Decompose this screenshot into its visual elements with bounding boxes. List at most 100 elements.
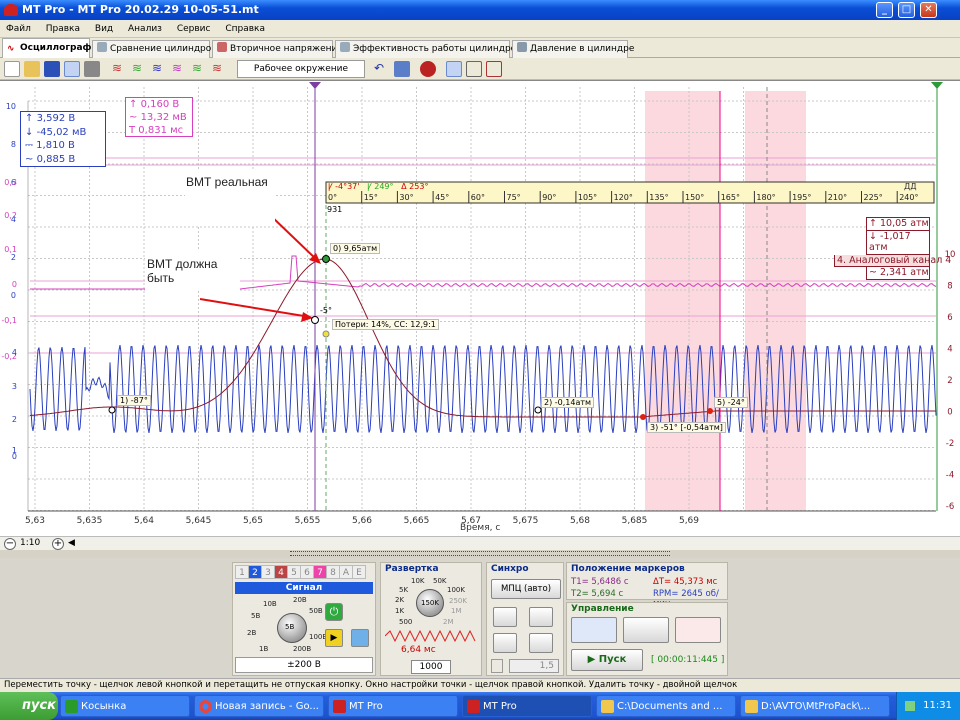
close-button[interactable]: ✕ [920, 2, 937, 18]
tab-oscilloscope[interactable]: ∿ Осциллограф [2, 38, 91, 58]
save-as-icon[interactable] [64, 61, 80, 77]
signal-range[interactable]: ±200 В [235, 657, 373, 673]
point-5[interactable] [707, 408, 713, 414]
point-1[interactable] [108, 406, 116, 414]
oscilloscope-plot[interactable]: 0° 15° 30° 45° 60° 75° 90° 105° 120° 135° 150° 165°… [0, 80, 960, 536]
channel-button-5[interactable]: 5 [287, 565, 301, 579]
losses-label[interactable]: Потери: 14%, СС: 12,9:1 [332, 319, 439, 330]
task-explorer-1[interactable]: C:\Documents and ... [596, 695, 736, 717]
environment-select[interactable]: Рабочее окружение [237, 60, 365, 78]
save-env-icon[interactable] [394, 61, 410, 77]
marker-t2-handle[interactable] [931, 82, 943, 89]
point-losses[interactable] [322, 330, 330, 338]
print-icon[interactable] [84, 61, 100, 77]
save-icon[interactable] [44, 61, 60, 77]
point-tdc[interactable] [311, 316, 319, 324]
calculator-icon[interactable] [351, 629, 369, 647]
maximize-button[interactable]: □ [898, 2, 915, 18]
sync-pulse-down-icon[interactable] [529, 633, 553, 653]
sweep-samples[interactable]: 1000 [411, 660, 451, 674]
point-3-label[interactable]: 3) -51° [-0,54атм] [647, 422, 726, 433]
channel-button-E[interactable]: E [352, 565, 366, 579]
point-2-label[interactable]: 2) -0,14атм [541, 397, 595, 408]
angle-tick-label: 240° [899, 193, 918, 202]
gauge-icon [517, 42, 527, 52]
ch1-measure-box[interactable]: ↑ 3,592 В ↓ -45,02 мВ ⎓ 1,810 В ~ 0,885 … [20, 111, 106, 167]
signal-panel: 12345678AE Сигнал 5В 10В 20В 5В 50В 2В 1… [232, 562, 376, 676]
open-folder-icon[interactable] [24, 61, 40, 77]
tab-secondary-voltage[interactable]: Вторичное напряжение [212, 40, 343, 58]
point-1-label[interactable]: 1) -87° [117, 395, 151, 406]
new-file-icon[interactable] [4, 61, 20, 77]
channel-button-8[interactable]: 8 [326, 565, 340, 579]
start-button[interactable]: ▶ Пуск [571, 649, 643, 671]
sweep-time: 6,64 мс [401, 645, 436, 655]
menu-file[interactable]: Файл [0, 20, 37, 38]
marker-t1-handle[interactable] [309, 82, 321, 89]
point-5-label[interactable]: 5) -24° [714, 397, 748, 408]
angle-dd-label[interactable]: ДД [904, 182, 917, 191]
menu-analysis[interactable]: Анализ [122, 20, 168, 38]
zoom-in-icon[interactable]: + [52, 538, 64, 550]
menu-view[interactable]: Вид [89, 20, 119, 38]
angle-tick-label: 210° [828, 193, 847, 202]
mode-tabs: ∿ Осциллограф Сравнение цилиндров Вторичн… [0, 38, 960, 58]
channel-button-1[interactable]: 1 [235, 565, 249, 579]
sync-pulse-icon[interactable] [493, 633, 517, 653]
sync-level[interactable]: 1,5 [509, 659, 559, 673]
channel-button-2[interactable]: 2 [248, 565, 262, 579]
right-tick-label: 4 [947, 345, 952, 355]
point-0[interactable] [322, 255, 330, 263]
filter-icon-6[interactable]: ≋ [212, 61, 228, 77]
undo-icon[interactable]: ↶ [374, 61, 390, 77]
mode-multi-icon[interactable] [675, 617, 721, 643]
channel-button-3[interactable]: 3 [261, 565, 275, 579]
channel-button-4[interactable]: 4 [274, 565, 288, 579]
filter-icon-1[interactable]: ≋ [112, 61, 128, 77]
task-solitaire[interactable]: Косынка [60, 695, 190, 717]
filter-icon-4[interactable]: ≋ [172, 61, 188, 77]
minimize-button[interactable]: _ [876, 2, 893, 18]
tab-cylinder-pressure[interactable]: Давление в цилиндре [512, 40, 634, 58]
task-explorer-2[interactable]: D:\AVTO\MtProPack\... [740, 695, 890, 717]
channel-button-6[interactable]: 6 [300, 565, 314, 579]
filter-icon-2[interactable]: ≋ [132, 61, 148, 77]
menu-service[interactable]: Сервис [171, 20, 217, 38]
mode-single-icon[interactable] [571, 617, 617, 643]
channel-button-A[interactable]: A [339, 565, 353, 579]
point-3[interactable] [640, 414, 646, 420]
x-tick-label: 5,655 [295, 516, 321, 526]
ch1-tick-label: 0 [11, 291, 16, 300]
channel-button-7[interactable]: 7 [313, 565, 327, 579]
scroll-left-icon[interactable]: ◀ [68, 538, 75, 548]
menu-help[interactable]: Справка [219, 20, 271, 38]
ch2-measure-box[interactable]: ↑ 0,160 В ~ 13,32 мВ T 0,831 мс [125, 97, 193, 137]
tab-cylinder-compare[interactable]: Сравнение цилиндров [92, 40, 217, 58]
play-button[interactable]: ▶ [325, 629, 343, 647]
grid-icon[interactable] [466, 61, 482, 77]
power-button[interactable]: ⏻ [325, 603, 343, 621]
cursor-icon[interactable] [486, 61, 502, 77]
panel-splitter[interactable] [0, 550, 960, 558]
horizontal-scroll-bar[interactable]: − 1:10 + ◀ [0, 536, 960, 550]
sync-falling-icon[interactable] [529, 607, 553, 627]
mode-dual-icon[interactable] [623, 617, 669, 643]
task-mtpro-2[interactable]: MT Pro [462, 695, 592, 717]
plot-canvas[interactable]: 0° 15° 30° 45° 60° 75° 90° 105° 120° 135° 150° 165°… [0, 81, 960, 537]
tab-cylinder-efficiency[interactable]: Эффективность работы цилиндров [335, 40, 522, 58]
filter-icon-3[interactable]: ≋ [152, 61, 168, 77]
start-button[interactable]: пуск [0, 692, 58, 720]
zoom-out-icon[interactable]: − [4, 538, 16, 550]
filter-icon-5[interactable]: ≋ [192, 61, 208, 77]
menu-edit[interactable]: Правка [40, 20, 86, 38]
markers-mode-icon[interactable] [446, 61, 462, 77]
point-0-label[interactable]: 0) 9,65атм [330, 243, 381, 254]
sync-rising-icon[interactable] [493, 607, 517, 627]
sync-mode-button[interactable]: МПЦ (авто) [491, 579, 561, 599]
task-mtpro-1[interactable]: MT Pro [328, 695, 458, 717]
x-tick-label: 5,64 [134, 516, 154, 526]
eraser-icon[interactable] [420, 61, 436, 77]
task-chrome[interactable]: Новая запись - Go... [194, 695, 324, 717]
pressure-measure-box[interactable]: ↑ 10,05 атм ↓ -1,017 атм 4. Аналоговый к… [834, 217, 951, 280]
angle-tick-label: 105° [578, 193, 597, 202]
